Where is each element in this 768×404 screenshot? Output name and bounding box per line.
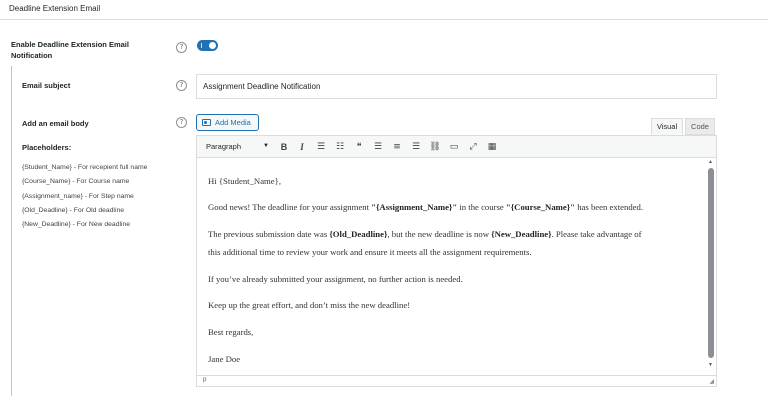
text: , but the new deadline is now [387, 229, 492, 239]
resize-handle-icon[interactable]: ◢ [709, 378, 714, 385]
enable-label: Enable Deadline Extension Email Notifica… [11, 39, 129, 61]
element-path[interactable]: p [203, 377, 206, 383]
read-more-icon[interactable]: ▭ [447, 140, 461, 154]
enable-label-line2: Notification [11, 51, 53, 60]
scroll-up-arrow-icon[interactable]: ▲ [708, 159, 713, 165]
toggle-on-mark [201, 43, 202, 48]
bullet-list-icon[interactable]: ☰ [314, 140, 328, 154]
placeholder-item: {Old_Deadline} - For Old deadline [22, 207, 125, 214]
title-divider [0, 19, 768, 20]
placeholders-title: Placeholders: [22, 143, 72, 152]
body-label: Add an email body [22, 119, 89, 128]
paragraph-4: Keep up the great effort, and don’t miss… [208, 300, 411, 310]
enable-label-line1: Enable Deadline Extension Email [11, 40, 129, 49]
add-media-label: Add Media [215, 118, 251, 127]
subject-label: Email subject [22, 81, 71, 90]
editor-statusbar: p ◢ [197, 375, 716, 386]
text: Good news! The deadline for your assignm… [208, 202, 372, 212]
help-icon[interactable]: ? [176, 80, 187, 91]
tab-code[interactable]: Code [685, 118, 715, 135]
placeholder-token: "{Course_Name}" [505, 202, 576, 212]
numbered-list-icon[interactable]: ☷ [333, 140, 347, 154]
link-icon[interactable]: ⛓ [428, 140, 442, 154]
text: in the course [457, 202, 506, 212]
placeholder-item: {Assignment_name} - For Step name [22, 193, 134, 200]
scroll-down-arrow-icon[interactable]: ▼ [708, 362, 713, 368]
help-icon[interactable]: ? [176, 117, 187, 128]
placeholder-item: {Course_Name} - For Course name [22, 178, 130, 185]
format-select-value: Paragraph [206, 142, 242, 151]
placeholder-item: {Student_Name} - For recepient full name [22, 164, 148, 171]
placeholder-item: {New_Deadline} - For New deadline [22, 221, 131, 228]
fullscreen-icon[interactable]: ⤢ [466, 140, 480, 154]
media-icon [202, 119, 211, 126]
placeholder-token: {New_Deadline} [491, 229, 552, 239]
chevron-down-icon: ▼ [263, 143, 269, 149]
paragraph-2-line1: The previous submission date was {Old_De… [208, 229, 642, 239]
help-icon[interactable]: ? [176, 42, 187, 53]
blockquote-icon[interactable]: ❝ [352, 140, 366, 154]
italic-button[interactable]: I [295, 140, 309, 154]
email-body-editor[interactable]: Paragraph ▼ B I ☰ ☷ ❝ ☰ ≡ ☰ ⛓ ▭ ⤢ ▦ Hi {… [196, 135, 717, 387]
add-media-button[interactable]: Add Media [196, 114, 259, 131]
toggle-knob [209, 42, 216, 49]
section-title: Deadline Extension Email [9, 4, 101, 13]
enable-toggle[interactable] [197, 40, 218, 51]
align-left-icon[interactable]: ☰ [371, 140, 385, 154]
signature-line: Jane Doe [208, 354, 241, 364]
text: has been extended. [575, 202, 644, 212]
greeting-line: Hi {Student_Name}, [208, 176, 282, 186]
editor-toolbar: Paragraph ▼ B I ☰ ☷ ❝ ☰ ≡ ☰ ⛓ ▭ ⤢ ▦ [197, 136, 716, 158]
text: . Please take advantage of [551, 229, 642, 239]
placeholder-token: {Old_Deadline} [329, 229, 388, 239]
email-subject-input[interactable]: Assignment Deadline Notification [196, 74, 717, 99]
bold-button[interactable]: B [277, 140, 291, 154]
paragraph-3: If you’ve already submitted your assignm… [208, 274, 463, 284]
paragraph-2-line2: this additional time to review your work… [208, 247, 532, 257]
toolbar-toggle-icon[interactable]: ▦ [485, 140, 499, 154]
tab-visual[interactable]: Visual [651, 118, 683, 135]
align-right-icon[interactable]: ☰ [409, 140, 423, 154]
group-indent-rule [11, 66, 12, 396]
placeholder-token: "{Assignment_Name}" [371, 202, 458, 212]
scrollbar-thumb[interactable] [708, 168, 714, 358]
text: The previous submission date was [208, 229, 330, 239]
align-center-icon[interactable]: ≡ [390, 140, 404, 154]
format-select[interactable]: Paragraph ▼ [201, 140, 273, 153]
closing-line: Best regards, [208, 327, 254, 337]
paragraph-1: Good news! The deadline for your assignm… [208, 202, 643, 212]
